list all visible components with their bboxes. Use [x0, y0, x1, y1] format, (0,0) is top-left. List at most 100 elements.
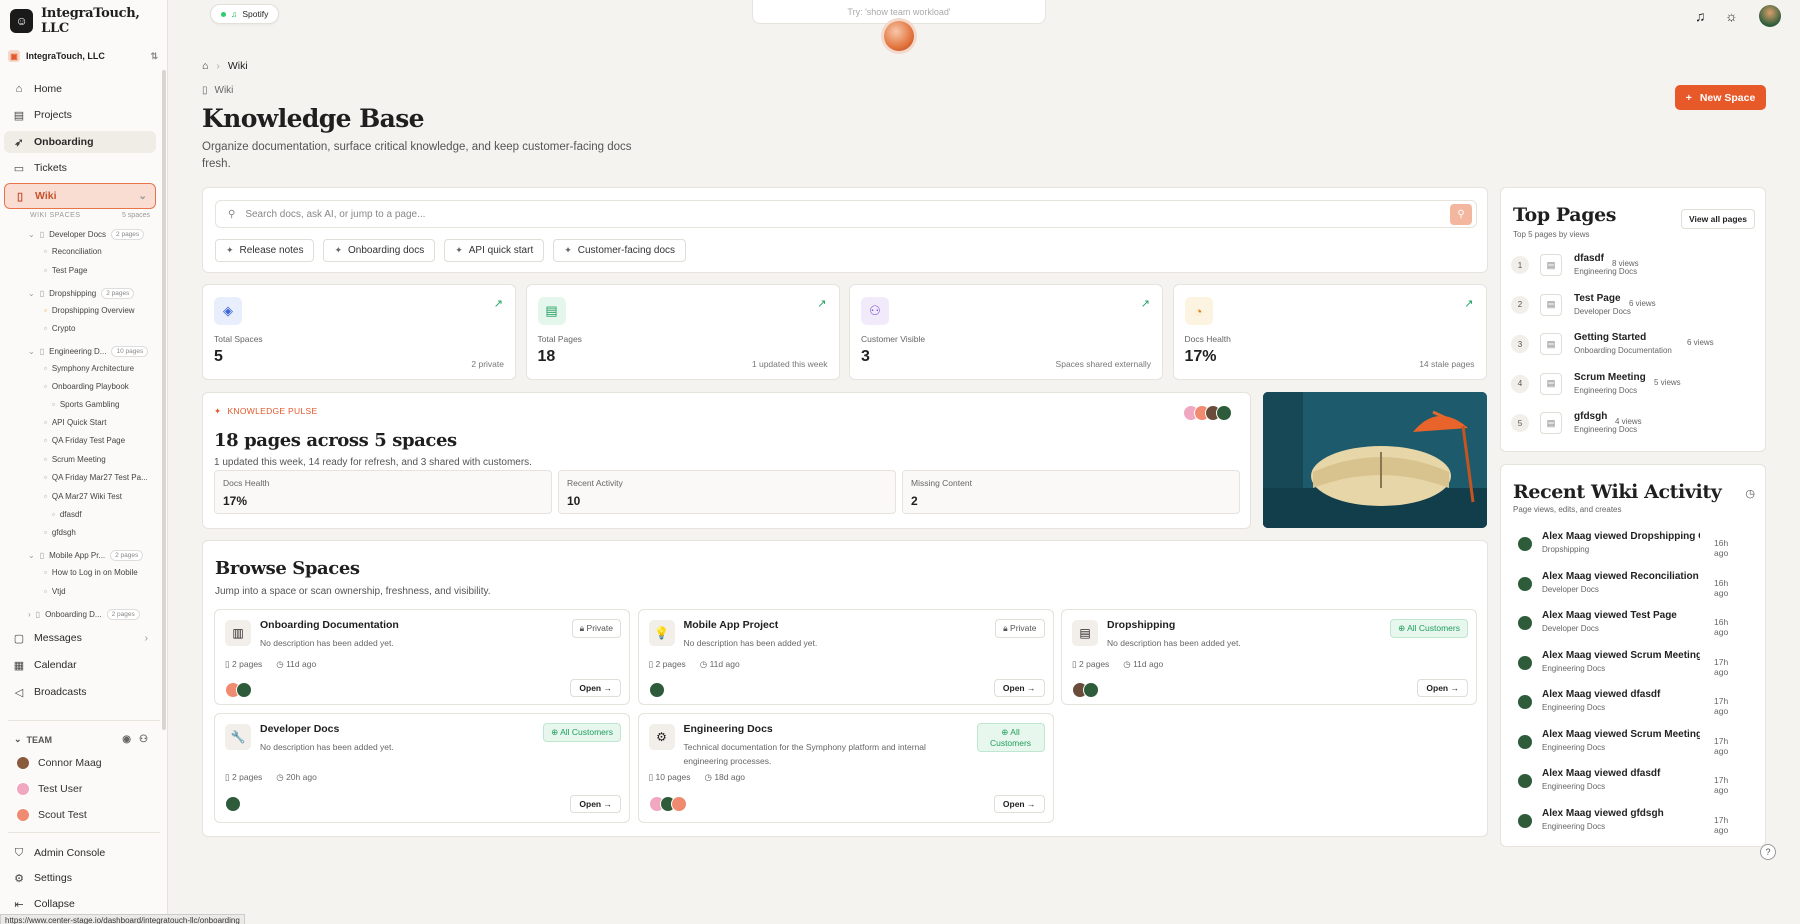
nav-calendar[interactable]: ▦ Calendar [4, 654, 156, 676]
open-space-button[interactable]: Open → [993, 679, 1045, 697]
tree-page[interactable]: ▫ QA Friday Test Page [44, 436, 125, 445]
clock-icon[interactable]: ◷ [1745, 487, 1755, 500]
music-icon[interactable]: ♫ [1695, 8, 1706, 24]
space-card[interactable]: 💡 Mobile App Project No description has be… [637, 609, 1054, 705]
nav-settings[interactable]: ⚙ Settings [4, 867, 156, 889]
tree-page[interactable]: ▫ Crypto [44, 324, 75, 333]
tree-page[interactable]: ▫ QA Friday Mar27 Test Pa... [44, 473, 148, 482]
space-card[interactable]: 🔧 Developer Docs No description has been a… [214, 713, 630, 823]
breadcrumb-current: Wiki [227, 60, 248, 72]
space-card[interactable]: ▥ Onboarding Documentation No description … [214, 609, 630, 705]
org-switcher[interactable]: ▣ IntegraTouch, LLC ⇅ [8, 46, 158, 66]
open-space-button[interactable]: Open → [570, 679, 621, 697]
tree-page[interactable]: ▫ Onboarding Playbook [44, 382, 129, 391]
quick-pill[interactable]: ✦ API quick start [444, 239, 545, 262]
view-all-pages-button[interactable]: View all pages [1681, 209, 1755, 229]
team-member[interactable]: Test User [16, 782, 82, 796]
tree-page[interactable]: ▫ dfasdf [52, 510, 82, 519]
tree-page[interactable]: ▫ Reconciliation [44, 247, 102, 256]
chevron-right-icon: › [28, 610, 31, 619]
space-card[interactable]: ▤ Dropshipping No description has been add… [1061, 609, 1477, 705]
search-input[interactable]: ⚲ Search docs, ask AI, or jump to a page… [215, 200, 1477, 228]
tree-page[interactable]: ▫ Scrum Meeting [44, 455, 106, 464]
recent-activity-subtitle: Page views, edits, and creates [1513, 505, 1622, 514]
tree-page[interactable]: ▫ Vtjd [44, 587, 66, 596]
activity-row[interactable]: Alex Maag viewed dfasdf Engineering Docs 1… [1517, 767, 1737, 799]
nav-wiki[interactable]: ▯ Wiki ⌄ [4, 183, 156, 209]
stat-card[interactable]: ▤ ↗ Total Pages 18 1 updated this week [525, 284, 840, 380]
activity-row[interactable]: Alex Maag viewed Test Page Developer Docs… [1517, 609, 1737, 641]
stat-card[interactable]: ◔ ↗ Docs Health 17% 14 stale pages [1172, 284, 1487, 380]
tree-page[interactable]: ▫ gfdsgh [44, 528, 76, 537]
quick-pill[interactable]: ✦ Customer-facing docs [553, 239, 687, 262]
help-icon[interactable]: ? [1760, 844, 1776, 860]
tree-page[interactable]: ▫ QA Mar27 Wiki Test [44, 492, 122, 501]
tree-page[interactable]: ▫ Sports Gambling [52, 400, 119, 409]
tree-page[interactable]: ▫ How to Log in on Mobile [44, 568, 138, 577]
sun-icon[interactable]: ☼ [1725, 8, 1738, 24]
space-card[interactable]: ⚙ Engineering Docs Technical documentation… [637, 713, 1054, 823]
activity-row[interactable]: Alex Maag viewed Scrum Meeting Engineerin… [1517, 649, 1737, 681]
ai-orb[interactable] [884, 21, 914, 51]
open-space-button[interactable]: Open → [993, 795, 1045, 813]
tree-page[interactable]: ▫ Symphony Architecture [44, 364, 134, 373]
stat-card[interactable]: ◈ ↗ Total Spaces 5 2 private [202, 284, 516, 380]
open-space-button[interactable]: Open → [570, 795, 621, 813]
home-icon[interactable]: ⌂ [202, 60, 208, 72]
team-header[interactable]: ⌄ TEAM ◉ ⚇ [14, 734, 148, 745]
top-page-row[interactable]: 5 ▤ gfdsgh Engineering Docs 4 views [1511, 408, 1761, 438]
brand[interactable]: ☺ IntegraTouch, LLC [10, 6, 167, 36]
top-page-row[interactable]: 3 ▤ Getting Started Onboarding Documentatio… [1511, 329, 1761, 359]
activity-row[interactable]: Alex Maag viewed gfdsgh Engineering Docs 1… [1517, 807, 1737, 839]
member-name: Connor Maag [38, 757, 102, 769]
collapse-button[interactable]: ⇤ Collapse [4, 893, 156, 915]
pages-label: 2 pages [1079, 659, 1110, 669]
pages-label: 10 pages [655, 772, 691, 782]
new-space-button[interactable]: + New Space [1675, 85, 1766, 110]
space-meta: ▯ 2 pages ◷ 11d ago [649, 659, 740, 670]
search-button[interactable]: ⚲ [1450, 204, 1472, 225]
tree-space[interactable]: ⌄ ▯ Engineering D... 10 pages [28, 346, 149, 357]
sparkle-icon: ✦ [455, 245, 463, 255]
open-space-button[interactable]: Open → [1417, 679, 1468, 697]
add-user-icon[interactable]: ⚇ [139, 734, 148, 745]
activity-row[interactable]: Alex Maag viewed Scrum Meeting Engineerin… [1517, 728, 1737, 760]
spotify-chip[interactable]: ♫ Spotify [210, 4, 280, 24]
top-page-row[interactable]: 1 ▤ dfasdf Engineering Docs 8 views [1511, 250, 1761, 280]
top-pages-subtitle: Top 5 pages by views [1513, 230, 1590, 239]
tree-space[interactable]: ⌄ ▯ Mobile App Pr... 2 pages [28, 550, 144, 561]
eye-icon[interactable]: ◉ [122, 734, 131, 745]
quick-pill[interactable]: ✦ Onboarding docs [323, 239, 436, 262]
nav-onboarding[interactable]: ➶ Onboarding [4, 131, 156, 153]
page-icon: ▫ [44, 324, 47, 333]
sidebar-scrollbar[interactable] [162, 70, 166, 730]
nav-tickets[interactable]: ▭ Tickets [4, 157, 156, 179]
tree-page[interactable]: ▫ API Quick Start [44, 418, 107, 427]
stat-value: 18 [537, 348, 556, 365]
nav-home[interactable]: ⌂ Home [4, 78, 156, 100]
activity-row[interactable]: Alex Maag viewed Dropshipping Ov... Drops… [1517, 530, 1737, 562]
team-member[interactable]: Connor Maag [16, 756, 102, 770]
trending-up-icon: ↗ [1464, 298, 1474, 310]
nav-broadcasts[interactable]: ◁ Broadcasts [4, 681, 156, 703]
tree-space[interactable]: ⌄ ▯ Developer Docs 2 pages [28, 229, 145, 240]
nav-admin-console[interactable]: ⛉ Admin Console [4, 842, 156, 864]
top-page-row[interactable]: 2 ▤ Test Page Developer Docs 6 views [1511, 290, 1761, 320]
tree-page[interactable]: ▫ Dropshipping Overview [44, 306, 135, 315]
quick-pill[interactable]: ✦ Release notes [215, 239, 315, 262]
nav-messages[interactable]: ▢ Messages › [4, 627, 156, 649]
tree-label: Dropshipping [49, 289, 97, 298]
activity-row[interactable]: Alex Maag viewed Reconciliation Developer… [1517, 570, 1737, 602]
nav-projects[interactable]: ▤ Projects [4, 104, 156, 126]
tree-space[interactable]: › ▯ Onboarding D... 2 pages [28, 609, 140, 620]
document-icon: ▤ [1540, 412, 1562, 434]
tree-space[interactable]: ⌄ ▯ Dropshipping 2 pages [28, 288, 135, 299]
activity-row[interactable]: Alex Maag viewed dfasdf Engineering Docs 1… [1517, 688, 1737, 720]
stat-card[interactable]: ⚇ ↗ Customer Visible 3 Spaces shared externa… [849, 284, 1163, 380]
user-avatar[interactable] [1759, 5, 1781, 27]
top-pages-title: Top Pages [1513, 204, 1617, 226]
tree-page[interactable]: ▫ Test Page [44, 266, 87, 275]
top-page-row[interactable]: 4 ▤ Scrum Meeting Engineering Docs 5 views [1511, 369, 1761, 399]
team-member[interactable]: Scout Test [16, 808, 87, 822]
arrow-right-icon: → [601, 683, 612, 693]
